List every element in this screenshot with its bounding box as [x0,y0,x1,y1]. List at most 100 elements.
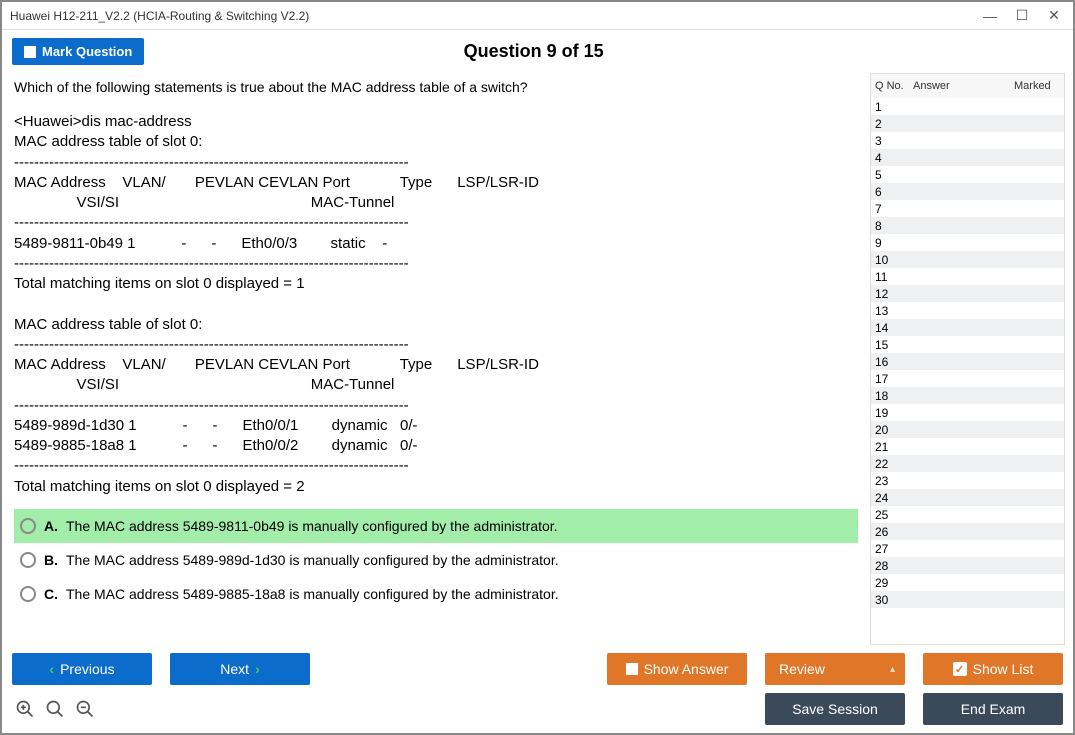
question-list-row[interactable]: 17 [871,370,1064,387]
question-list-row[interactable]: 13 [871,302,1064,319]
show-answer-label: Show Answer [644,661,729,677]
question-list-row[interactable]: 3 [871,132,1064,149]
question-list-row[interactable]: 29 [871,574,1064,591]
question-list-row[interactable]: 2 [871,115,1064,132]
question-list-row[interactable]: 21 [871,438,1064,455]
answer-option[interactable]: B. The MAC address 5489-989d-1d30 is man… [14,543,858,577]
zoom-out-icon[interactable] [74,698,96,720]
mark-question-button[interactable]: Mark Question [12,38,144,65]
question-list-row[interactable]: 7 [871,200,1064,217]
zoom-reset-icon[interactable] [44,698,66,720]
maximize-icon[interactable]: ☐ [1015,9,1029,23]
show-answer-button[interactable]: Show Answer [607,653,747,685]
checkbox-icon [24,46,36,58]
content-column: Which of the following statements is tru… [10,73,864,645]
zoom-in-icon[interactable] [14,698,36,720]
button-row-2: Save Session End Exam [12,693,1063,725]
row-qno: 16 [871,355,909,369]
row-qno: 4 [871,151,909,165]
answer-text: The MAC address 5489-9811-0b49 is manual… [66,516,558,537]
question-list-row[interactable]: 28 [871,557,1064,574]
question-list-row[interactable]: 5 [871,166,1064,183]
answers-list: A. The MAC address 5489-9811-0b49 is man… [14,509,858,611]
review-button[interactable]: Review [765,653,905,685]
question-text: Which of the following statements is tru… [14,77,858,98]
question-list-row[interactable]: 4 [871,149,1064,166]
question-counter: Question 9 of 15 [144,41,923,62]
row-qno: 25 [871,508,909,522]
question-list-row[interactable]: 18 [871,387,1064,404]
button-row-1: ‹ Previous Next › Show Answer Review ✓ S… [12,653,1063,685]
row-qno: 2 [871,117,909,131]
question-list-row[interactable]: 12 [871,285,1064,302]
row-qno: 21 [871,440,909,454]
square-icon [626,663,638,675]
answer-text: The MAC address 5489-989d-1d30 is manual… [66,550,559,571]
window-controls: — ☐ ✕ [983,9,1065,23]
mark-question-label: Mark Question [42,44,132,59]
question-list-row[interactable]: 16 [871,353,1064,370]
row-qno: 22 [871,457,909,471]
question-list-body[interactable]: 1234567891011121314151617181920212223242… [871,98,1064,644]
row-qno: 11 [871,270,909,284]
question-list-row[interactable]: 6 [871,183,1064,200]
question-list-row[interactable]: 14 [871,319,1064,336]
row-qno: 9 [871,236,909,250]
app-window: Huawei H12-211_V2.2 (HCIA-Routing & Swit… [0,0,1075,735]
question-list-row[interactable]: 10 [871,251,1064,268]
question-list-row[interactable]: 22 [871,455,1064,472]
radio-icon [20,586,36,602]
check-icon: ✓ [953,662,967,676]
row-qno: 24 [871,491,909,505]
question-list-row[interactable]: 1 [871,98,1064,115]
next-label: Next [220,661,249,677]
previous-label: Previous [60,661,114,677]
question-list-row[interactable]: 20 [871,421,1064,438]
radio-icon [20,552,36,568]
row-qno: 30 [871,593,909,607]
answer-option[interactable]: C. The MAC address 5489-9885-18a8 is man… [14,577,858,611]
answer-letter: B. [44,550,58,571]
cli-output: <Huawei>dis mac-address MAC address tabl… [14,112,858,497]
close-icon[interactable]: ✕ [1047,9,1061,23]
question-list-row[interactable]: 23 [871,472,1064,489]
question-list-row[interactable]: 30 [871,591,1064,608]
question-list-row[interactable]: 19 [871,404,1064,421]
row-qno: 28 [871,559,909,573]
question-list-row[interactable]: 24 [871,489,1064,506]
row-qno: 13 [871,304,909,318]
row-qno: 1 [871,100,909,114]
window-title: Huawei H12-211_V2.2 (HCIA-Routing & Swit… [10,9,983,23]
header-marked: Marked [1010,78,1064,94]
minimize-icon[interactable]: — [983,9,997,23]
save-session-button[interactable]: Save Session [765,693,905,725]
chevron-left-icon: ‹ [49,661,54,677]
row-qno: 29 [871,576,909,590]
save-session-label: Save Session [792,701,878,717]
header-answer: Answer [909,78,1010,94]
zoom-tools [12,698,96,720]
chevron-right-icon: › [255,661,260,677]
question-list-row[interactable]: 25 [871,506,1064,523]
answer-option[interactable]: A. The MAC address 5489-9811-0b49 is man… [14,509,858,543]
question-list-row[interactable]: 15 [871,336,1064,353]
question-list-header: Q No. Answer Marked [871,74,1064,98]
row-qno: 7 [871,202,909,216]
main-area: Which of the following statements is tru… [2,73,1073,645]
row-qno: 12 [871,287,909,301]
row-qno: 15 [871,338,909,352]
radio-icon [20,518,36,534]
question-list-row[interactable]: 27 [871,540,1064,557]
next-button[interactable]: Next › [170,653,310,685]
question-list-row[interactable]: 8 [871,217,1064,234]
footer: ‹ Previous Next › Show Answer Review ✓ S… [2,645,1073,733]
question-list-row[interactable]: 26 [871,523,1064,540]
end-exam-button[interactable]: End Exam [923,693,1063,725]
content-scroll[interactable]: Which of the following statements is tru… [10,73,864,645]
row-qno: 26 [871,525,909,539]
question-list-row[interactable]: 9 [871,234,1064,251]
question-list-row[interactable]: 11 [871,268,1064,285]
answer-letter: A. [44,516,58,537]
show-list-button[interactable]: ✓ Show List [923,653,1063,685]
previous-button[interactable]: ‹ Previous [12,653,152,685]
